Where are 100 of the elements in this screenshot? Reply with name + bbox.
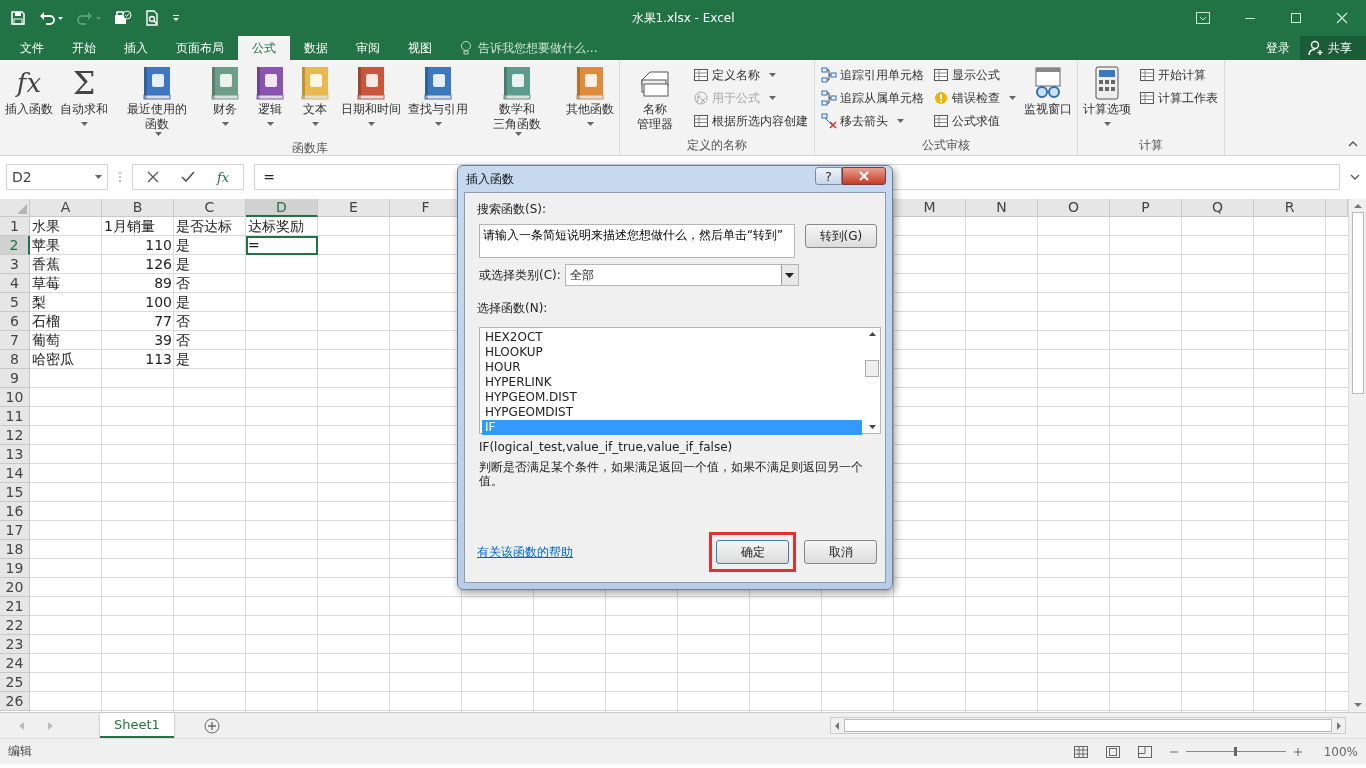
- table-cell[interactable]: 110: [102, 236, 174, 255]
- help-link[interactable]: 有关该函数的帮助: [477, 543, 573, 561]
- table-cell[interactable]: 哈密瓜: [30, 350, 102, 369]
- ribbon-button[interactable]: 追踪从属单元格: [821, 87, 924, 109]
- vertical-scrollbar[interactable]: [1348, 199, 1366, 712]
- cancel-icon[interactable]: [147, 171, 159, 183]
- row-header[interactable]: 18: [0, 540, 30, 559]
- table-cell[interactable]: 达标奖励: [246, 217, 318, 236]
- row-header[interactable]: 17: [0, 521, 30, 540]
- ribbon-button[interactable]: fx 插入函数: [2, 62, 56, 140]
- ribbon-button[interactable]: 开始计算: [1139, 64, 1218, 86]
- zoom-level[interactable]: 100%: [1323, 744, 1358, 759]
- ribbon-button[interactable]: 财务: [203, 62, 247, 140]
- function-item[interactable]: HYPGEOMDIST: [482, 405, 862, 420]
- zoom-in-icon[interactable]: [1293, 747, 1302, 756]
- ribbon-button[interactable]: 错误检查: [933, 87, 1016, 109]
- table-cell[interactable]: 39: [102, 331, 174, 350]
- close-button[interactable]: [842, 167, 886, 185]
- table-cell[interactable]: 100: [102, 293, 174, 312]
- ribbon-button[interactable]: 移去箭头: [821, 110, 924, 132]
- close-icon[interactable]: [1336, 12, 1348, 24]
- row-header[interactable]: 4: [0, 274, 30, 293]
- search-field[interactable]: 请输入一条简短说明来描述您想做什么，然后单击“转到”: [479, 224, 795, 258]
- category-dropdown[interactable]: 全部: [564, 264, 799, 286]
- collapse-ribbon-icon[interactable]: [1348, 141, 1358, 147]
- table-cell[interactable]: 否: [174, 312, 246, 331]
- ribbon-button[interactable]: 数学和三角函数: [472, 62, 562, 140]
- row-header[interactable]: 8: [0, 350, 30, 369]
- column-header[interactable]: C: [174, 199, 246, 217]
- function-item[interactable]: HOUR: [482, 360, 862, 375]
- table-cell[interactable]: =: [246, 236, 318, 255]
- row-header[interactable]: 16: [0, 502, 30, 521]
- table-cell[interactable]: 113: [102, 350, 174, 369]
- ribbon-button[interactable]: 名称管理器: [622, 62, 688, 137]
- table-cell[interactable]: 1月销量: [102, 217, 174, 236]
- row-header[interactable]: 3: [0, 255, 30, 274]
- ribbon-button[interactable]: 公式求值: [933, 110, 1016, 132]
- row-header[interactable]: 5: [0, 293, 30, 312]
- row-header[interactable]: 13: [0, 445, 30, 464]
- tell-me-field[interactable]: 告诉我您想要做什么...: [460, 36, 630, 60]
- sign-in-link[interactable]: 登录: [1256, 36, 1300, 60]
- table-cell[interactable]: 梨: [30, 293, 102, 312]
- column-header[interactable]: N: [966, 199, 1038, 217]
- row-header[interactable]: 10: [0, 388, 30, 407]
- row-header[interactable]: 20: [0, 578, 30, 597]
- ribbon-button[interactable]: 根据所选内容创建: [693, 110, 808, 132]
- row-header[interactable]: 2: [0, 236, 30, 255]
- ribbon-button[interactable]: 计算选项: [1080, 62, 1134, 137]
- column-header[interactable]: O: [1038, 199, 1110, 217]
- function-item[interactable]: HEX2OCT: [482, 330, 862, 345]
- save-icon[interactable]: [10, 10, 26, 26]
- row-header[interactable]: 9: [0, 369, 30, 388]
- ribbon-button[interactable]: 显示公式: [933, 64, 1016, 86]
- column-header[interactable]: B: [102, 199, 174, 217]
- table-cell[interactable]: 是: [174, 236, 246, 255]
- name-box[interactable]: D2: [6, 164, 108, 190]
- function-item[interactable]: HYPERLINK: [482, 375, 862, 390]
- ribbon-button[interactable]: Σ 自动求和: [57, 62, 111, 140]
- table-cell[interactable]: 水果: [30, 217, 102, 236]
- scroll-left-icon[interactable]: [834, 721, 840, 730]
- ribbon-button[interactable]: 文本: [293, 62, 337, 140]
- ribbon-tab[interactable]: 开始: [58, 36, 110, 60]
- scroll-down-icon[interactable]: [868, 425, 876, 429]
- row-header[interactable]: 23: [0, 635, 30, 654]
- ribbon-tab[interactable]: 公式: [238, 36, 290, 60]
- table-cell[interactable]: 否: [174, 274, 246, 293]
- ribbon-tab[interactable]: 审阅: [342, 36, 394, 60]
- page-break-icon[interactable]: [1137, 745, 1152, 758]
- scroll-thumb[interactable]: [844, 719, 1332, 732]
- ribbon-tab[interactable]: 视图: [394, 36, 446, 60]
- undo-icon[interactable]: [38, 10, 64, 26]
- row-header[interactable]: 22: [0, 616, 30, 635]
- table-cell[interactable]: 89: [102, 274, 174, 293]
- ribbon-button[interactable]: 追踪引用单元格: [821, 64, 924, 86]
- ribbon-button[interactable]: 监视窗口: [1021, 62, 1075, 137]
- ribbon-button[interactable]: 查找与引用: [405, 62, 471, 140]
- ribbon-button[interactable]: 定义名称: [693, 64, 808, 86]
- row-header[interactable]: 14: [0, 464, 30, 483]
- row-header[interactable]: 26: [0, 692, 30, 711]
- row-header[interactable]: 7: [0, 331, 30, 350]
- ribbon-tab[interactable]: 插入: [110, 36, 162, 60]
- row-header[interactable]: 6: [0, 312, 30, 331]
- ribbon-options-icon[interactable]: [1196, 12, 1210, 24]
- share-button[interactable]: 共享: [1300, 36, 1366, 60]
- scroll-thumb[interactable]: [1351, 212, 1364, 394]
- go-button[interactable]: 转到(G): [804, 224, 877, 248]
- table-cell[interactable]: 是: [174, 350, 246, 369]
- normal-view-icon[interactable]: [1073, 745, 1088, 758]
- row-header[interactable]: 21: [0, 597, 30, 616]
- insert-function-button[interactable]: fx: [217, 169, 230, 185]
- ribbon-button[interactable]: 其他函数: [563, 62, 617, 140]
- ribbon-button[interactable]: 日期和时间: [338, 62, 404, 140]
- function-item[interactable]: HLOOKUP: [482, 345, 862, 360]
- ribbon-button[interactable]: 最近使用的函数: [112, 62, 202, 140]
- ribbon-tab[interactable]: 文件: [6, 36, 58, 60]
- column-header[interactable]: D: [246, 199, 318, 217]
- table-cell[interactable]: 是否达标: [174, 217, 246, 236]
- ok-button[interactable]: 确定: [716, 540, 789, 564]
- check-icon[interactable]: [181, 171, 195, 183]
- table-cell[interactable]: 石榴: [30, 312, 102, 331]
